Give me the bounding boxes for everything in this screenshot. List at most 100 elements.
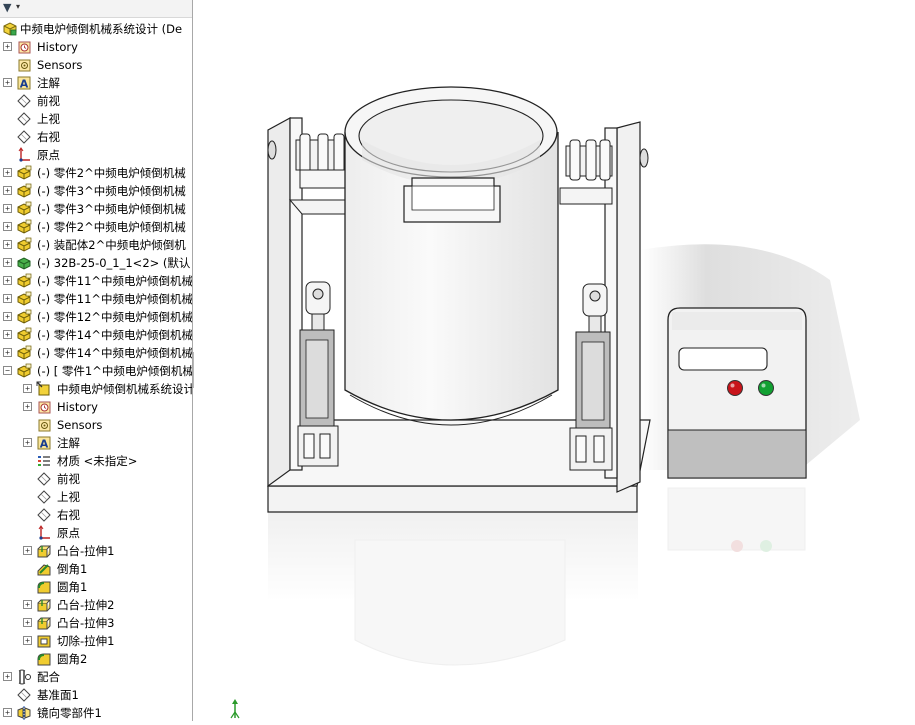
expand-icon[interactable]: +: [3, 708, 12, 717]
tree-root-label: 中频电炉倾倒机械系统设计 (De: [20, 22, 183, 36]
tree-item[interactable]: + (-) 零件2^中频电炉倾倒机械: [0, 164, 192, 182]
plane-icon: [36, 507, 52, 523]
tree-item[interactable]: + 凸台-拉伸3: [0, 614, 192, 632]
tree-item[interactable]: 圆角1: [0, 578, 192, 596]
reference-icon: [36, 381, 52, 397]
expand-icon[interactable]: +: [3, 42, 12, 51]
expand-icon[interactable]: +: [3, 78, 12, 87]
tree-item[interactable]: + 凸台-拉伸2: [0, 596, 192, 614]
tree-item-label: 中频电炉倾倒机械系统设计: [57, 382, 192, 396]
expand-icon[interactable]: +: [23, 384, 32, 393]
expand-icon[interactable]: +: [23, 546, 32, 555]
tree-item[interactable]: + (-) 零件14^中频电炉倾倒机械: [0, 344, 192, 362]
tree-item-label: (-) 装配体2^中频电炉倾倒机: [37, 238, 186, 252]
graphics-viewport[interactable]: [194, 0, 915, 721]
tree-item-label: 原点: [57, 526, 80, 540]
part-icon: [16, 183, 32, 199]
tree-item[interactable]: + (-) 零件11^中频电炉倾倒机械: [0, 272, 192, 290]
expand-icon[interactable]: +: [3, 294, 12, 303]
plane-icon: [16, 111, 32, 127]
tree-root-item[interactable]: 中频电炉倾倒机械系统设计 (De: [0, 20, 192, 38]
feature-manager-panel: ▼ ▾ 中频电炉倾倒机械系统设计 (De + History Sensors + A 注解…: [0, 0, 192, 721]
part-icon: [16, 237, 32, 253]
expand-icon[interactable]: +: [23, 402, 32, 411]
tree-item[interactable]: Sensors: [0, 416, 192, 434]
tree-item[interactable]: + 配合: [0, 668, 192, 686]
expand-icon[interactable]: +: [3, 186, 12, 195]
tree-item[interactable]: 前视: [0, 92, 192, 110]
mirror-component-icon: [16, 705, 32, 721]
tree-item[interactable]: + History: [0, 38, 192, 56]
tree-item[interactable]: + A 注解: [0, 74, 192, 92]
tree-item[interactable]: + (-) 32B-25-0_1_1<2> (默认: [0, 254, 192, 272]
chevron-down-icon[interactable]: ▾: [16, 2, 20, 11]
collapse-icon[interactable]: −: [3, 366, 12, 375]
tree-item-label: 注解: [57, 436, 80, 450]
tree-item[interactable]: + (-) 零件12^中频电炉倾倒机械: [0, 308, 192, 326]
history-icon: [36, 399, 52, 415]
tree-item[interactable]: + (-) 零件2^中频电炉倾倒机械: [0, 218, 192, 236]
tree-item-label: (-) 零件2^中频电炉倾倒机械: [37, 220, 186, 234]
expand-icon[interactable]: +: [3, 348, 12, 357]
tree-item[interactable]: 材质 <未指定>: [0, 452, 192, 470]
tree-item[interactable]: + (-) 装配体2^中频电炉倾倒机: [0, 236, 192, 254]
expand-icon[interactable]: +: [3, 276, 12, 285]
expand-icon[interactable]: +: [3, 330, 12, 339]
part-icon: [16, 219, 32, 235]
tree-item[interactable]: + (-) 零件3^中频电炉倾倒机械: [0, 200, 192, 218]
expand-icon[interactable]: +: [23, 636, 32, 645]
tree-item[interactable]: + 镜向零部件1: [0, 704, 192, 721]
expand-icon[interactable]: +: [3, 672, 12, 681]
tree-item-label: (-) [ 零件1^中频电炉倾倒机械: [37, 364, 192, 378]
tree-item[interactable]: 右视: [0, 128, 192, 146]
tree-item[interactable]: + History: [0, 398, 192, 416]
expand-icon[interactable]: +: [3, 312, 12, 321]
expand-icon[interactable]: +: [23, 618, 32, 627]
expand-icon[interactable]: +: [3, 222, 12, 231]
tree-item[interactable]: + 凸台-拉伸1: [0, 542, 192, 560]
tree-item[interactable]: Sensors: [0, 56, 192, 74]
tree-item-label: (-) 零件14^中频电炉倾倒机械: [37, 328, 192, 342]
tree-item[interactable]: + (-) 零件14^中频电炉倾倒机械: [0, 326, 192, 344]
plane-icon: [16, 687, 32, 703]
filter-icon[interactable]: ▼: [3, 1, 11, 15]
subassembly-icon: [16, 255, 32, 271]
annotations-icon: A: [36, 435, 52, 451]
tree-item[interactable]: 倒角1: [0, 560, 192, 578]
fillet-icon: [36, 651, 52, 667]
expand-icon[interactable]: +: [3, 258, 12, 267]
tree-item-label: 前视: [37, 94, 60, 108]
extrude-icon: [36, 615, 52, 631]
extrude-icon: [36, 543, 52, 559]
expand-icon[interactable]: +: [23, 438, 32, 447]
tree-item[interactable]: 基准面1: [0, 686, 192, 704]
tree-item-label: 镜向零部件1: [37, 706, 102, 720]
tree-item[interactable]: − (-) [ 零件1^中频电炉倾倒机械: [0, 362, 192, 380]
origin-icon: [16, 147, 32, 163]
svg-text:A: A: [20, 78, 29, 91]
tree-item-label: Sensors: [57, 418, 103, 432]
tree-item[interactable]: + (-) 零件11^中频电炉倾倒机械: [0, 290, 192, 308]
tree-item[interactable]: + 中频电炉倾倒机械系统设计: [0, 380, 192, 398]
tree-item[interactable]: + 切除-拉伸1: [0, 632, 192, 650]
tree-item[interactable]: 圆角2: [0, 650, 192, 668]
part-icon: [16, 363, 32, 379]
tree-item[interactable]: + (-) 零件3^中频电炉倾倒机械: [0, 182, 192, 200]
tree-item[interactable]: + A 注解: [0, 434, 192, 452]
expand-icon[interactable]: +: [3, 240, 12, 249]
tree-item[interactable]: 原点: [0, 146, 192, 164]
expand-icon[interactable]: +: [23, 600, 32, 609]
tree-item-label: 注解: [37, 76, 60, 90]
expand-icon[interactable]: +: [3, 168, 12, 177]
tree-item[interactable]: 右视: [0, 506, 192, 524]
tree-item-label: (-) 零件11^中频电炉倾倒机械: [37, 292, 192, 306]
expand-icon[interactable]: +: [3, 204, 12, 213]
tree-item[interactable]: 原点: [0, 524, 192, 542]
tree-item[interactable]: 上视: [0, 110, 192, 128]
tree-item[interactable]: 前视: [0, 470, 192, 488]
light-highlight: [730, 383, 735, 388]
part-icon: [16, 291, 32, 307]
tree-item[interactable]: 上视: [0, 488, 192, 506]
tree-item-label: (-) 零件3^中频电炉倾倒机械: [37, 202, 186, 216]
cut-extrude-icon: [36, 633, 52, 649]
